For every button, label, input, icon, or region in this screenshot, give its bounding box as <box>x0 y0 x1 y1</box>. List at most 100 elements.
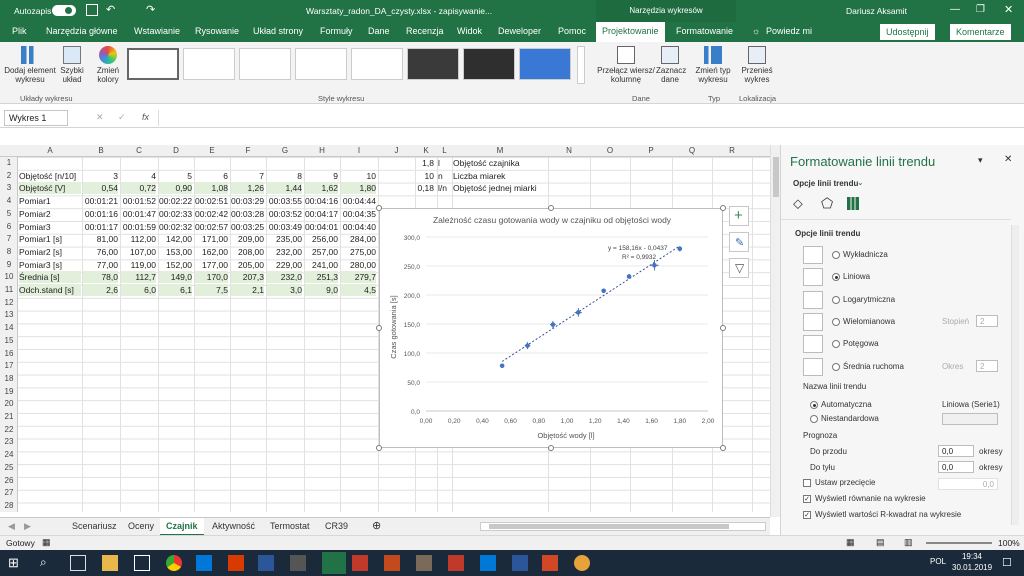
restore-icon[interactable]: ❐ <box>976 4 985 15</box>
row-header[interactable]: 8 <box>0 247 18 256</box>
cell[interactable]: 9 <box>305 170 338 182</box>
app-icon[interactable] <box>512 555 528 571</box>
cell[interactable]: 235,00 <box>267 233 302 245</box>
column-header[interactable]: G <box>266 146 304 155</box>
row-header[interactable]: 14 <box>0 323 18 332</box>
cell[interactable]: 00:01:17 <box>83 221 118 233</box>
column-header[interactable]: B <box>82 146 120 155</box>
row-header[interactable]: 4 <box>0 196 18 205</box>
app-icon[interactable] <box>352 555 368 571</box>
pane-scrollbar[interactable] <box>1011 225 1019 525</box>
cell[interactable]: 284,00 <box>341 233 376 245</box>
backward-input[interactable]: 0,0 <box>938 461 974 473</box>
cell[interactable]: 257,00 <box>305 246 338 258</box>
radio-linear[interactable] <box>832 273 840 281</box>
radio-exponential[interactable] <box>832 251 840 259</box>
cell[interactable]: Objętość czajnika <box>453 157 543 169</box>
cell[interactable]: 112,7 <box>121 271 156 284</box>
cell[interactable]: Pomiar1 <box>19 195 81 207</box>
excel-icon[interactable] <box>322 552 346 574</box>
sheet-tab-oceny[interactable]: Oceny <box>128 521 154 531</box>
section-trendline-options[interactable]: Opcje linii trendu <box>795 229 860 238</box>
cell[interactable]: 280,00 <box>341 259 376 271</box>
cell[interactable]: 162,00 <box>195 246 228 258</box>
pane-subtitle[interactable]: Opcje linii trendu <box>793 179 858 188</box>
column-header[interactable]: M <box>452 146 548 155</box>
chart-style-8[interactable] <box>519 48 571 80</box>
cell[interactable]: Objętość jednej miarki <box>453 182 543 194</box>
chart-style-6[interactable] <box>407 48 459 80</box>
task-view-icon[interactable] <box>70 555 86 571</box>
cell[interactable]: 76,00 <box>83 246 118 258</box>
data-point[interactable] <box>601 288 606 294</box>
chart[interactable]: Zależność czasu gotowania wody w czajnik… <box>379 208 723 448</box>
radio-custom[interactable] <box>810 415 818 423</box>
undo-icon[interactable]: ↶ <box>106 3 115 16</box>
resize-handle[interactable] <box>548 205 554 211</box>
cell[interactable]: n <box>438 170 452 182</box>
cancel-icon[interactable]: ✕ <box>96 112 104 123</box>
cell[interactable]: Pomiar1 [s] <box>19 233 81 245</box>
row-header[interactable]: 7 <box>0 234 18 243</box>
data-point[interactable] <box>626 274 632 279</box>
macro-record-icon[interactable]: ▦ <box>42 537 51 548</box>
cell[interactable]: 77,00 <box>83 259 118 271</box>
switch-row-column-button[interactable]: Przełącz wiersz/ kolumnę <box>596 46 656 84</box>
save-icon[interactable] <box>86 4 98 16</box>
cell[interactable]: 7 <box>231 170 264 182</box>
tab-review[interactable]: Recenzja <box>406 26 444 36</box>
chart-style-7[interactable] <box>463 48 515 80</box>
cell[interactable]: 3,0 <box>267 284 302 296</box>
trendline-options-icon[interactable] <box>847 197 859 210</box>
cell[interactable]: 1,8 <box>415 157 434 169</box>
chart-styles-button[interactable]: ✎ <box>729 232 749 252</box>
column-header[interactable]: F <box>230 146 266 155</box>
cell[interactable]: 9,0 <box>305 284 338 296</box>
chart-styles-gallery[interactable] <box>125 46 575 82</box>
tab-page-layout[interactable]: Układ strony <box>253 26 303 36</box>
cell[interactable]: 00:01:16 <box>83 208 118 220</box>
cell[interactable]: 152,00 <box>159 259 192 271</box>
resize-handle[interactable] <box>376 445 382 451</box>
intercept-input[interactable]: 0,0 <box>938 478 998 490</box>
cell[interactable]: 119,00 <box>121 259 156 271</box>
notifications-icon[interactable]: ☐ <box>1002 556 1012 569</box>
tab-draw[interactable]: Rysowanie <box>195 26 239 36</box>
forward-input[interactable]: 0,0 <box>938 445 974 457</box>
degree-input[interactable]: 2 <box>976 315 998 327</box>
data-point[interactable] <box>499 363 505 369</box>
tab-design[interactable]: Projektowanie <box>596 22 665 42</box>
cell[interactable]: 00:02:51 <box>195 195 228 207</box>
cell[interactable]: 3 <box>83 170 118 182</box>
cell[interactable]: Objętość [V] <box>19 182 81 195</box>
radio-automatic[interactable] <box>810 401 818 409</box>
formula-input[interactable] <box>158 110 1018 126</box>
styles-scroll[interactable] <box>577 46 585 84</box>
cell[interactable]: 00:02:22 <box>159 195 192 207</box>
row-header[interactable]: 1 <box>0 158 18 167</box>
data-point[interactable] <box>677 246 683 252</box>
add-sheet-icon[interactable]: ⊕ <box>372 519 381 532</box>
cell[interactable]: 00:03:25 <box>231 221 264 233</box>
windows-start-icon[interactable]: ⊞ <box>8 555 24 571</box>
page-layout-view-icon[interactable]: ▤ <box>876 537 885 548</box>
cell[interactable]: 1,80 <box>341 182 376 195</box>
cell[interactable]: 81,00 <box>83 233 118 245</box>
cell[interactable]: 00:04:01 <box>305 221 338 233</box>
row-header[interactable]: 5 <box>0 209 18 218</box>
row-header[interactable]: 18 <box>0 374 18 383</box>
row-header[interactable]: 2 <box>0 171 18 180</box>
cell[interactable]: 6 <box>195 170 228 182</box>
radio-logarithmic[interactable] <box>832 296 840 304</box>
column-header[interactable]: H <box>304 146 340 155</box>
chart-style-4[interactable] <box>295 48 347 80</box>
cell[interactable]: Pomiar3 [s] <box>19 259 81 271</box>
cell[interactable]: 8 <box>267 170 302 182</box>
cell[interactable]: 232,00 <box>267 246 302 258</box>
cell[interactable]: 00:04:17 <box>305 208 338 220</box>
row-header[interactable]: 19 <box>0 387 18 396</box>
cell[interactable]: 00:04:40 <box>341 221 376 233</box>
cell[interactable]: 1,26 <box>231 182 264 195</box>
app-icon[interactable] <box>448 555 464 571</box>
cell[interactable]: 241,00 <box>305 259 338 271</box>
